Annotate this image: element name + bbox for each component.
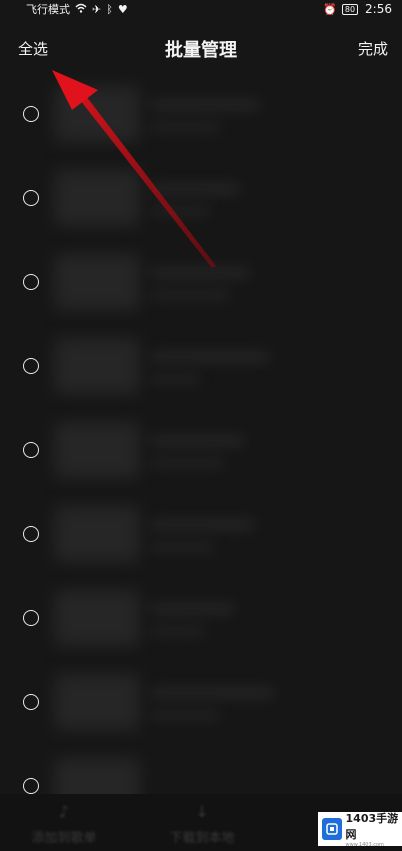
radio-button[interactable] <box>23 610 39 626</box>
blurred-subtitle <box>150 456 225 470</box>
add-to-playlist-label: 添加到歌单 <box>31 831 97 846</box>
blurred-subtitle <box>150 204 210 218</box>
site-watermark: 1403手游网 www.1403.com <box>318 810 402 848</box>
watermark-subtitle: www.1403.com <box>345 842 384 848</box>
blurred-title <box>150 602 235 616</box>
blurred-thumbnail <box>54 422 140 478</box>
status-time: 2:56 <box>365 2 392 16</box>
blurred-thumbnail <box>54 170 140 226</box>
blurred-subtitle <box>150 120 220 134</box>
list-item[interactable] <box>0 156 402 240</box>
radio-button[interactable] <box>23 442 39 458</box>
list-item[interactable] <box>0 660 402 744</box>
add-music-icon: ♪ <box>58 802 70 821</box>
header: 全选 批量管理 完成 <box>0 30 402 66</box>
status-right: ⏰ 80 2:56 <box>323 2 392 16</box>
heart-icon: ♥ <box>117 2 128 16</box>
status-bar: 飞行模式 ✈ ᛒ ♥ ⏰ 80 2:56 <box>0 0 402 18</box>
blurred-subtitle <box>150 540 215 554</box>
radio-button[interactable] <box>23 190 39 206</box>
download-icon: ↓ <box>195 802 209 821</box>
list-item[interactable] <box>0 576 402 660</box>
download-button[interactable]: ↓ 下载到本地 <box>142 802 262 846</box>
list-item[interactable] <box>0 492 402 576</box>
blurred-thumbnail <box>54 86 140 142</box>
blurred-subtitle <box>150 288 230 302</box>
add-to-playlist-button[interactable]: ♪ 添加到歌单 <box>4 802 124 846</box>
list-item[interactable] <box>0 240 402 324</box>
done-button[interactable]: 完成 <box>358 38 388 59</box>
blurred-title <box>150 434 245 448</box>
radio-button[interactable] <box>23 694 39 710</box>
blurred-title <box>150 686 275 700</box>
radio-button[interactable] <box>23 358 39 374</box>
status-left: 飞行模式 ✈ ᛒ ♥ <box>26 1 128 17</box>
blurred-thumbnail <box>54 758 140 794</box>
blurred-title <box>150 98 260 112</box>
watermark-logo-icon <box>322 818 342 840</box>
list-item[interactable] <box>0 324 402 408</box>
list-item[interactable] <box>0 72 402 156</box>
blurred-thumbnail <box>54 590 140 646</box>
blurred-thumbnail <box>54 254 140 310</box>
blurred-thumbnail <box>54 338 140 394</box>
watermark-text: 1403手游网 www.1403.com <box>346 810 402 848</box>
radio-button[interactable] <box>23 526 39 542</box>
batch-manage-screen: 飞行模式 ✈ ᛒ ♥ ⏰ 80 2:56 全选 批量管理 完成 ♪ 添加到歌单 … <box>0 0 402 851</box>
blurred-title <box>150 182 240 196</box>
radio-button[interactable] <box>23 778 39 794</box>
blurred-thumbnail <box>54 506 140 562</box>
battery-icon: 80 <box>341 3 359 15</box>
list-item[interactable] <box>0 744 402 794</box>
blurred-title <box>150 350 270 364</box>
page-title: 批量管理 <box>165 40 237 61</box>
airplane-mode-text: 飞行模式 <box>26 3 70 16</box>
blurred-title <box>150 266 250 280</box>
wifi-icon <box>75 3 87 15</box>
song-list <box>0 72 402 794</box>
radio-button[interactable] <box>23 106 39 122</box>
watermark-title: 1403手游网 <box>345 812 399 841</box>
blurred-subtitle <box>150 624 205 638</box>
blurred-subtitle <box>150 372 200 386</box>
radio-button[interactable] <box>23 274 39 290</box>
list-item[interactable] <box>0 408 402 492</box>
blurred-subtitle <box>150 708 220 722</box>
blurred-title <box>150 518 255 532</box>
alarm-icon: ⏰ <box>323 2 337 16</box>
airplane-icon: ✈ <box>92 2 102 16</box>
download-label: 下载到本地 <box>169 831 235 846</box>
blurred-thumbnail <box>54 674 140 730</box>
bluetooth-icon: ᛒ <box>106 2 113 16</box>
